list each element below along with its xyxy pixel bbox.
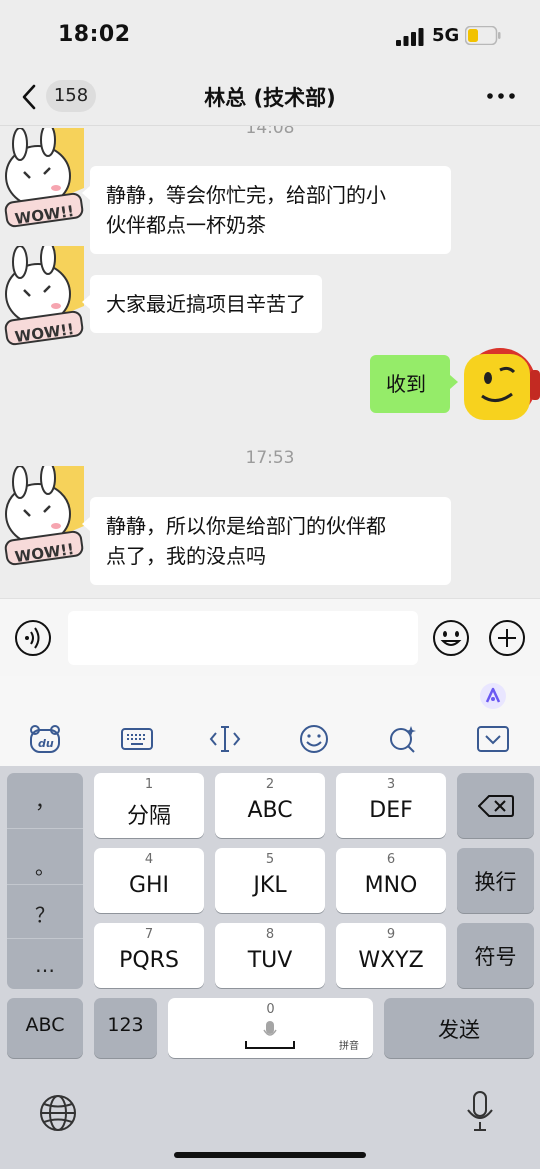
globe-icon[interactable]: [38, 1093, 78, 1133]
number-switch-key[interactable]: 123: [94, 998, 157, 1058]
contact-avatar[interactable]: WOW!!: [0, 246, 84, 346]
key-5[interactable]: 5 JKL: [215, 848, 325, 913]
key-6[interactable]: 6 MNO: [336, 848, 446, 913]
backspace-key[interactable]: [457, 773, 534, 838]
voice-input-icon[interactable]: [14, 619, 52, 657]
send-key[interactable]: 发送: [384, 998, 534, 1058]
punct-key-comma[interactable]: ，: [7, 785, 83, 829]
message-input[interactable]: [68, 611, 418, 665]
signal-icon: [396, 28, 424, 46]
emoji-keyboard-icon[interactable]: [297, 724, 331, 754]
punct-key-ellipsis[interactable]: …: [7, 953, 83, 989]
key-7[interactable]: 7 PQRS: [94, 923, 204, 988]
key-1[interactable]: 1 分隔: [94, 773, 204, 838]
key-4[interactable]: 4 GHI: [94, 848, 204, 913]
message-text-line: 点了，我的没点吗: [106, 544, 266, 568]
collapse-keyboard-icon[interactable]: [476, 724, 510, 754]
ai-assistant-icon[interactable]: [479, 682, 507, 710]
punctuation-column[interactable]: ， 。 ？ …: [7, 773, 83, 989]
dictation-mic-icon[interactable]: [464, 1090, 496, 1134]
space-bar-icon: [245, 1041, 295, 1049]
message-timestamp: 17:53: [245, 448, 295, 468]
key-9[interactable]: 9 WXYZ: [336, 923, 446, 988]
home-indicator: [174, 1152, 366, 1158]
message-text: 大家最近搞项目辛苦了: [106, 292, 306, 316]
abc-switch-key[interactable]: ABC: [7, 998, 83, 1058]
punct-key-period[interactable]: 。: [7, 851, 83, 885]
svg-text:du: du: [38, 737, 54, 750]
battery-icon: [465, 26, 501, 45]
message-text-line: 静静，所以你是给部门的伙伴都: [106, 514, 386, 538]
message-text-line: 伙伴都点一杯奶茶: [106, 213, 266, 237]
message-bubble-outgoing[interactable]: 收到: [370, 355, 458, 413]
key-2[interactable]: 2 ABC: [215, 773, 325, 838]
message-text-line: 静静，等会你忙完，给部门的小: [106, 183, 386, 207]
space-key[interactable]: 0 拼音: [168, 998, 373, 1058]
message-bubble[interactable]: 静静，等会你忙完，给部门的小 伙伴都点一杯奶茶: [82, 166, 451, 254]
chat-header: 158 林总 (技术部): [0, 72, 540, 126]
smart-search-icon[interactable]: [386, 724, 420, 754]
chat-messages[interactable]: 14:08 WOW!! 静静，等会你忙完，给部门的小 伙伴都点一杯奶茶 WOW!…: [0, 126, 540, 598]
key-8[interactable]: 8 TUV: [215, 923, 325, 988]
network-type: 5G: [432, 25, 460, 46]
message-input-bar: [0, 598, 540, 676]
cursor-move-icon[interactable]: [208, 724, 242, 754]
chat-title: 林总 (技术部): [204, 86, 336, 110]
message-bubble[interactable]: 静静，所以你是给部门的伙伴都 点了，我的没点吗: [82, 497, 451, 585]
message-bubble[interactable]: 大家最近搞项目辛苦了: [82, 275, 322, 333]
status-time: 18:02: [58, 22, 131, 47]
enter-key[interactable]: 换行: [457, 848, 534, 913]
contact-avatar[interactable]: WOW!!: [0, 466, 84, 566]
keyboard-toolbar: du: [0, 676, 540, 766]
back-arrow-icon[interactable]: [14, 80, 44, 114]
keyboard: ， 。 ？ … 1 分隔 2 ABC 3 DEF 4 GHI 5 JKL 6 M…: [0, 766, 540, 1169]
more-options-icon[interactable]: [484, 86, 518, 106]
key-3[interactable]: 3 DEF: [336, 773, 446, 838]
contact-avatar[interactable]: WOW!!: [0, 128, 84, 228]
bear-logo-icon[interactable]: du: [28, 724, 62, 754]
mic-small-icon: [263, 1021, 277, 1036]
emoji-icon[interactable]: [432, 619, 470, 657]
punct-key-question[interactable]: ？: [7, 899, 83, 939]
symbols-key[interactable]: 符号: [457, 923, 534, 988]
my-avatar[interactable]: [452, 330, 540, 440]
unread-count-badge[interactable]: 158: [46, 80, 96, 112]
keyboard-switch-icon[interactable]: [120, 724, 154, 754]
add-attachment-icon[interactable]: [488, 619, 526, 657]
status-bar: 18:02 5G: [0, 0, 540, 72]
message-text: 收到: [386, 372, 426, 396]
backspace-icon: [478, 795, 514, 817]
